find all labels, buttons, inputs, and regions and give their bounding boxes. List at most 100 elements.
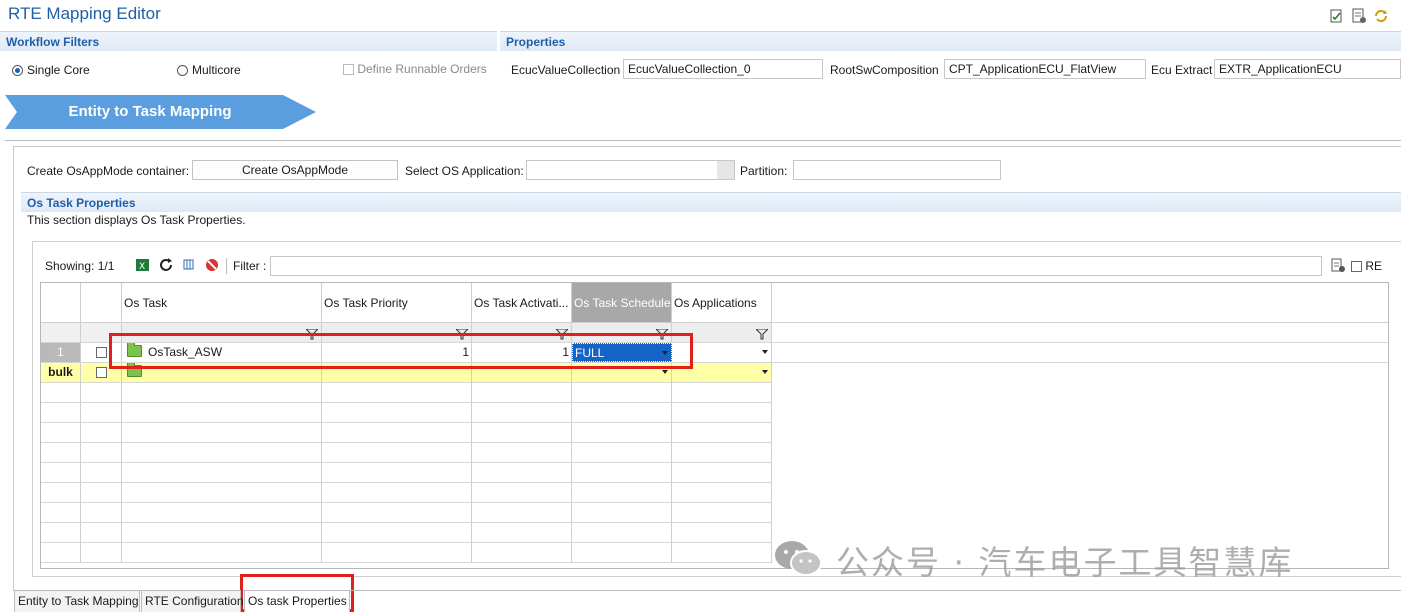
bulk-label: bulk [41,363,81,382]
empty-cell [572,483,672,502]
empty-row [41,483,772,503]
sync-icon[interactable] [1373,8,1389,24]
empty-cell [322,403,472,422]
properties-header: Properties [500,31,1401,51]
define-runnable-label: Define Runnable Orders [357,62,487,76]
empty-row [41,463,772,483]
tab-baseline [350,590,1401,591]
chevron-down-icon[interactable] [762,370,768,374]
empty-row [41,383,772,403]
osappmode-label: Create OsAppMode container: [27,164,190,178]
showing-count: Showing: 1/1 [45,259,115,273]
column-header-priority[interactable]: Os Task Priority [322,283,472,322]
highlight-row-box [109,333,693,369]
define-runnable-checkbox[interactable]: Define Runnable Orders [343,62,487,76]
root-field[interactable]: CPT_ApplicationECU_FlatView [944,59,1146,79]
single-core-radio[interactable]: Single Core [12,63,90,77]
empty-cell [41,483,81,502]
empty-row [41,403,772,423]
checkbox-icon [1351,261,1362,272]
empty-cell [122,383,322,402]
empty-cell [41,543,81,562]
empty-cell [122,443,322,462]
empty-cell [572,523,672,542]
document-settings-icon[interactable] [1351,8,1367,24]
empty-cell [81,543,122,562]
empty-cell [672,483,772,502]
excel-export-icon[interactable]: X [135,257,151,273]
empty-cell [41,403,81,422]
empty-cell [81,383,122,402]
column-header-activation[interactable]: Os Task Activati... [472,283,572,322]
banner-label: Entity to Task Mapping [68,103,232,120]
empty-cell [472,483,572,502]
tab-entity-to-task-mapping[interactable]: Entity to Task Mapping [14,590,140,612]
ecuc-label: EcucValueCollection [511,63,621,77]
grid-header: Os Task Os Task Priority Os Task Activat… [41,283,1388,323]
ecu-extract-field[interactable]: EXTR_ApplicationECU [1214,59,1401,79]
column-header-os-task[interactable]: Os Task [122,283,322,322]
empty-cell [122,483,322,502]
root-label: RootSwComposition [830,63,939,77]
empty-cell [672,383,772,402]
column-header-schedule[interactable]: Os Task Schedule [572,283,672,322]
tab-rte-configuration[interactable]: RTE Configuration [141,590,244,612]
re-checkbox[interactable]: RE [1351,259,1382,273]
empty-cell [472,503,572,522]
empty-cell [672,443,772,462]
filter-funnel-icon [756,329,768,340]
empty-cell [322,483,472,502]
partition-field[interactable] [793,160,1001,180]
empty-cell [322,523,472,542]
validate-icon[interactable] [1329,8,1345,24]
empty-cell [322,543,472,562]
empty-cell [322,423,472,442]
empty-row [41,523,772,543]
empty-cell [41,383,81,402]
refresh-icon[interactable] [158,257,174,273]
empty-cell [81,423,122,442]
empty-cell [672,543,772,562]
multicore-label: Multicore [192,63,241,77]
header-select [81,283,122,322]
select-os-dropdown[interactable] [526,160,735,180]
empty-cell [472,423,572,442]
columns-icon[interactable] [181,257,197,273]
empty-cell [122,463,322,482]
chevron-down-icon[interactable] [662,370,668,374]
multicore-radio[interactable]: Multicore [177,63,241,77]
empty-cell [572,423,672,442]
clear-filter-icon[interactable] [204,257,220,273]
re-label: RE [1365,259,1383,273]
ecuc-field[interactable]: EcucValueCollection_0 [623,59,823,79]
header-rownum [41,283,81,322]
empty-cell [122,523,322,542]
empty-cell [81,503,122,522]
clear-search-icon[interactable] [1330,257,1346,273]
empty-cell [472,383,572,402]
empty-cell [472,443,572,462]
checkbox-icon [95,367,107,378]
tab-os-task-properties[interactable]: Os task Properties [244,590,350,612]
title-toolbar [1329,8,1389,24]
empty-cell [322,463,472,482]
empty-row [41,503,772,523]
ecu-extract-label: Ecu Extract [1151,63,1213,77]
empty-cell [122,543,322,562]
filter-input[interactable] [270,256,1322,276]
empty-cell [41,443,81,462]
empty-cell [672,523,772,542]
section-description: This section displays Os Task Properties… [27,213,246,227]
create-osappmode-button[interactable]: Create OsAppMode [192,160,398,180]
checkbox-icon [95,347,107,358]
svg-text:X: X [139,262,145,272]
editor-title: RTE Mapping Editor [8,4,161,23]
workflow-filters-header: Workflow Filters [0,31,497,51]
empty-cell [81,403,122,422]
chevron-down-icon[interactable] [762,350,768,354]
select-os-dropdown-button[interactable] [717,161,734,179]
empty-cell [472,403,572,422]
column-header-applications[interactable]: Os Applications [672,283,772,322]
empty-cell [472,463,572,482]
empty-cell [322,503,472,522]
